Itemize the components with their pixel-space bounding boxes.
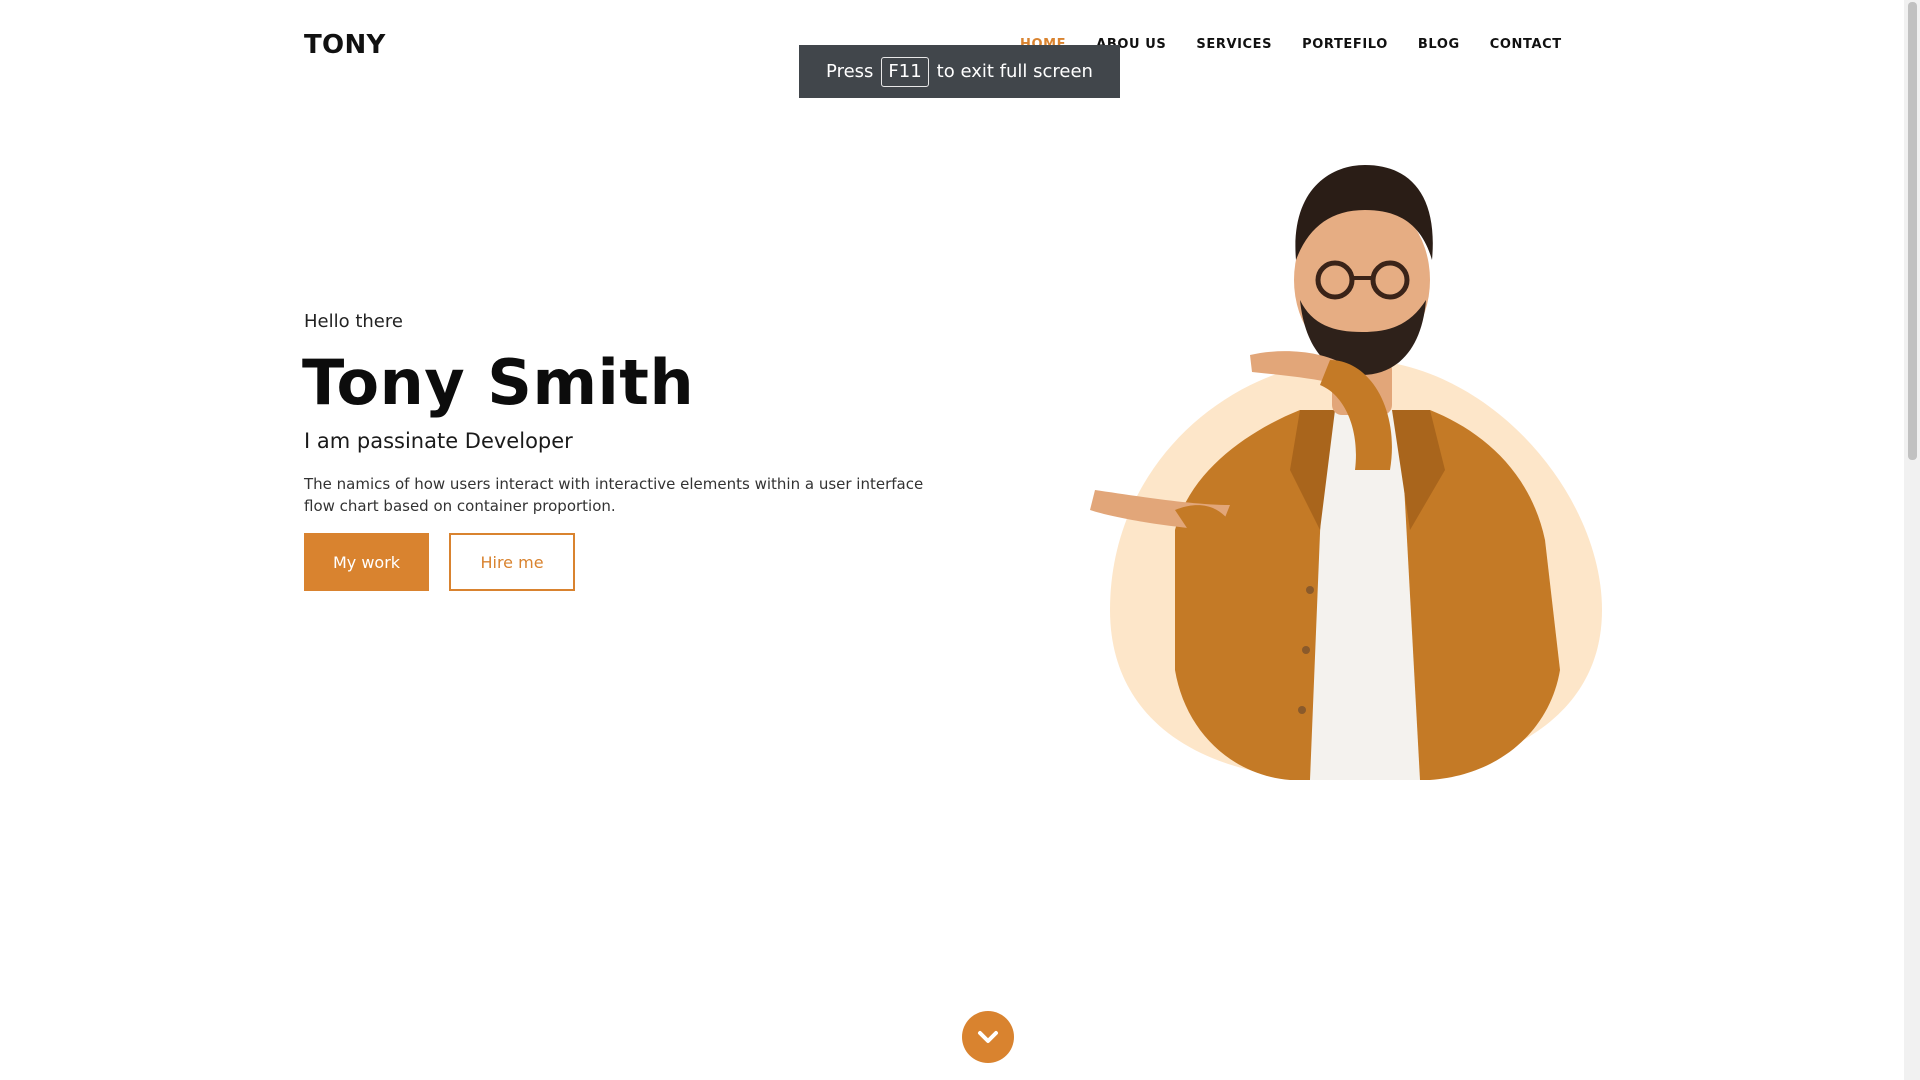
my-work-button[interactable]: My work: [304, 533, 429, 591]
hire-me-button[interactable]: Hire me: [449, 533, 575, 591]
nav-contact[interactable]: CONTACT: [1490, 37, 1562, 52]
scroll-down-button[interactable]: [962, 1011, 1014, 1063]
nav-services[interactable]: SERVICES: [1196, 37, 1272, 52]
chevron-down-icon: [978, 1031, 998, 1043]
nav-portfolio[interactable]: PORTEFILO: [1302, 37, 1388, 52]
site-logo[interactable]: TONY: [304, 30, 386, 60]
hero-description: The namics of how users interact with in…: [304, 475, 924, 515]
hero-portrait-image: [1090, 165, 1602, 780]
fullscreen-notice-prefix: Press: [826, 61, 874, 82]
page-scrollbar[interactable]: [1904, 0, 1920, 1080]
hero-greeting: Hello there: [304, 311, 403, 332]
hero-role: I am passinate Developer: [304, 429, 573, 453]
scrollbar-thumb[interactable]: [1908, 2, 1917, 460]
hero-name: Tony Smith: [302, 346, 695, 419]
page: TONY HOME ABOU US SERVICES PORTEFILO BLO…: [0, 0, 1920, 1080]
nav-blog[interactable]: BLOG: [1418, 37, 1460, 52]
fullscreen-notice: Press F11 to exit full screen: [799, 45, 1120, 98]
fullscreen-notice-suffix: to exit full screen: [936, 61, 1093, 82]
fullscreen-key: F11: [881, 56, 929, 87]
